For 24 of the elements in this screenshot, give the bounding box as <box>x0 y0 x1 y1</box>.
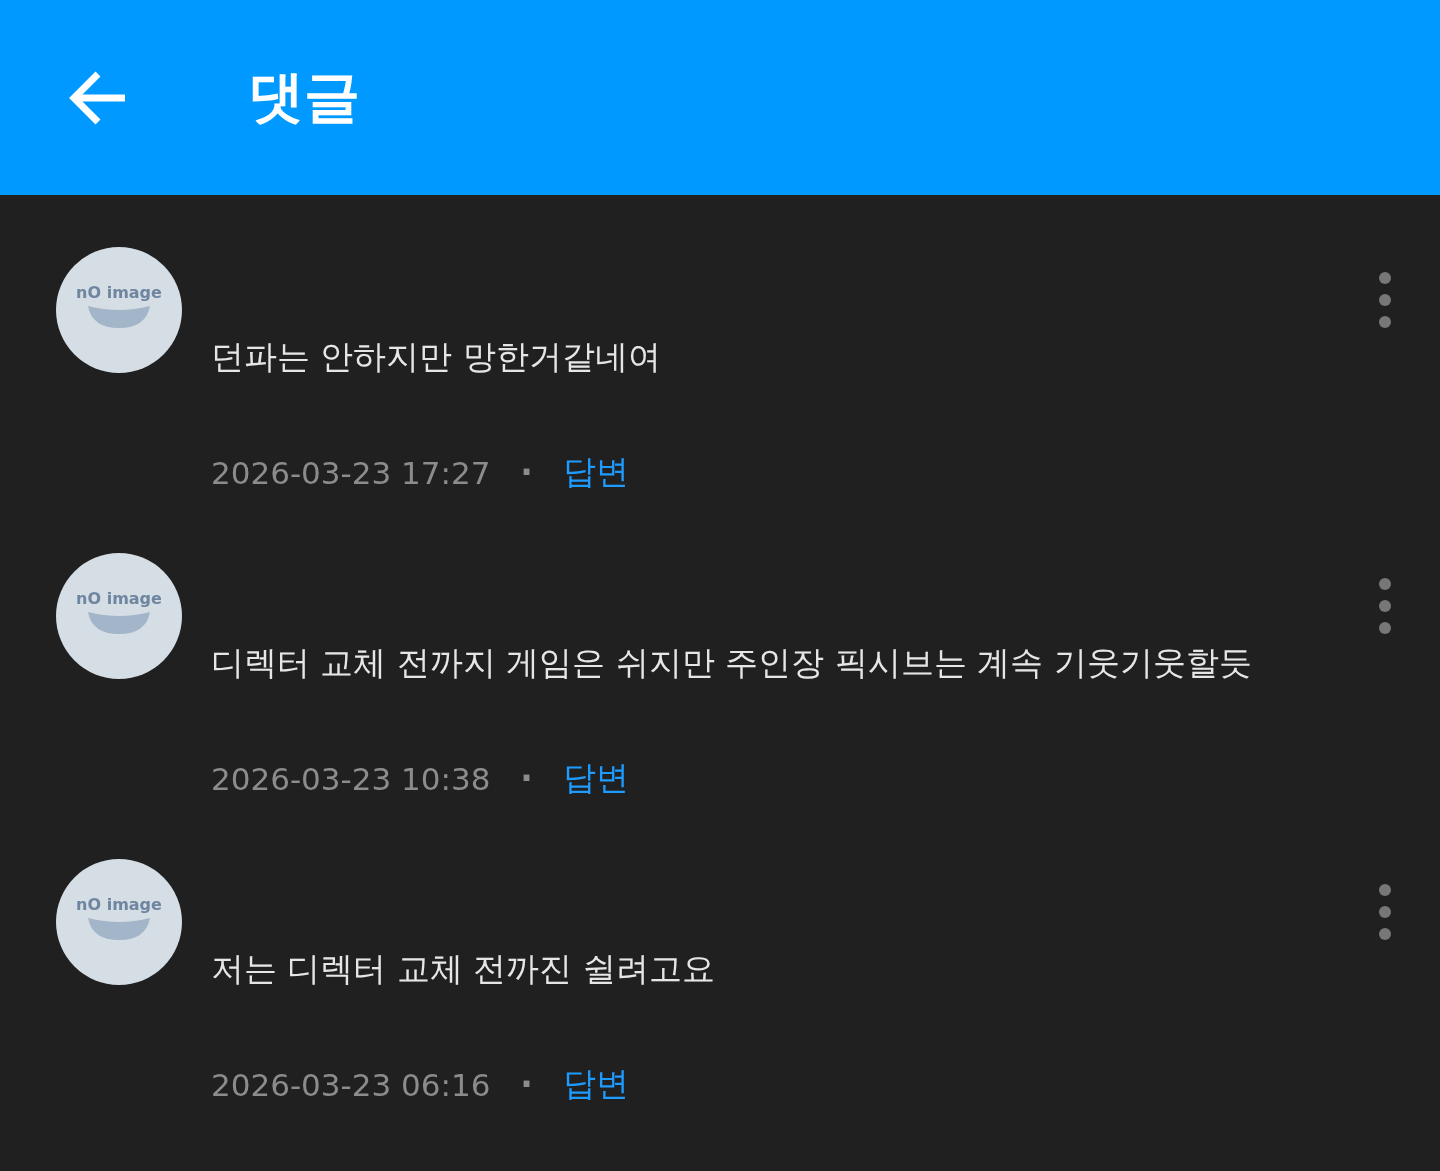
back-button[interactable] <box>68 69 128 126</box>
comment-date: 2026-03-23 06:16 <box>211 1066 491 1103</box>
avatar-label: nO image <box>76 588 162 608</box>
more-icon <box>1378 271 1392 331</box>
comment-text: 던파는 안하지만 망한거같네여 <box>211 336 662 378</box>
reply-link[interactable]: 답변 <box>562 1062 629 1107</box>
reply-link[interactable]: 답변 <box>562 756 629 801</box>
smile-icon <box>86 303 152 330</box>
more-icon <box>1378 883 1392 943</box>
comment-text: 저는 디렉터 교체 전까진 쉴려고요 <box>211 948 716 990</box>
avatar-label: nO image <box>76 282 162 302</box>
separator: · <box>520 453 533 492</box>
separator: · <box>520 759 533 798</box>
comment-date: 2026-03-23 17:27 <box>211 454 491 491</box>
separator: · <box>520 1065 533 1104</box>
back-arrow-icon <box>68 69 128 126</box>
reply-link[interactable]: 답변 <box>562 450 629 495</box>
smile-icon <box>86 915 152 942</box>
comment-text: 디렉터 교체 전까지 게임은 쉬지만 주인장 픽시브는 계속 기웃기웃할듯 <box>211 642 1253 684</box>
more-icon <box>1378 577 1392 637</box>
smile-icon <box>86 609 152 636</box>
avatar-label: nO image <box>76 894 162 914</box>
page-title: 댓글 <box>248 62 360 131</box>
comment-date: 2026-03-23 10:38 <box>211 760 491 797</box>
